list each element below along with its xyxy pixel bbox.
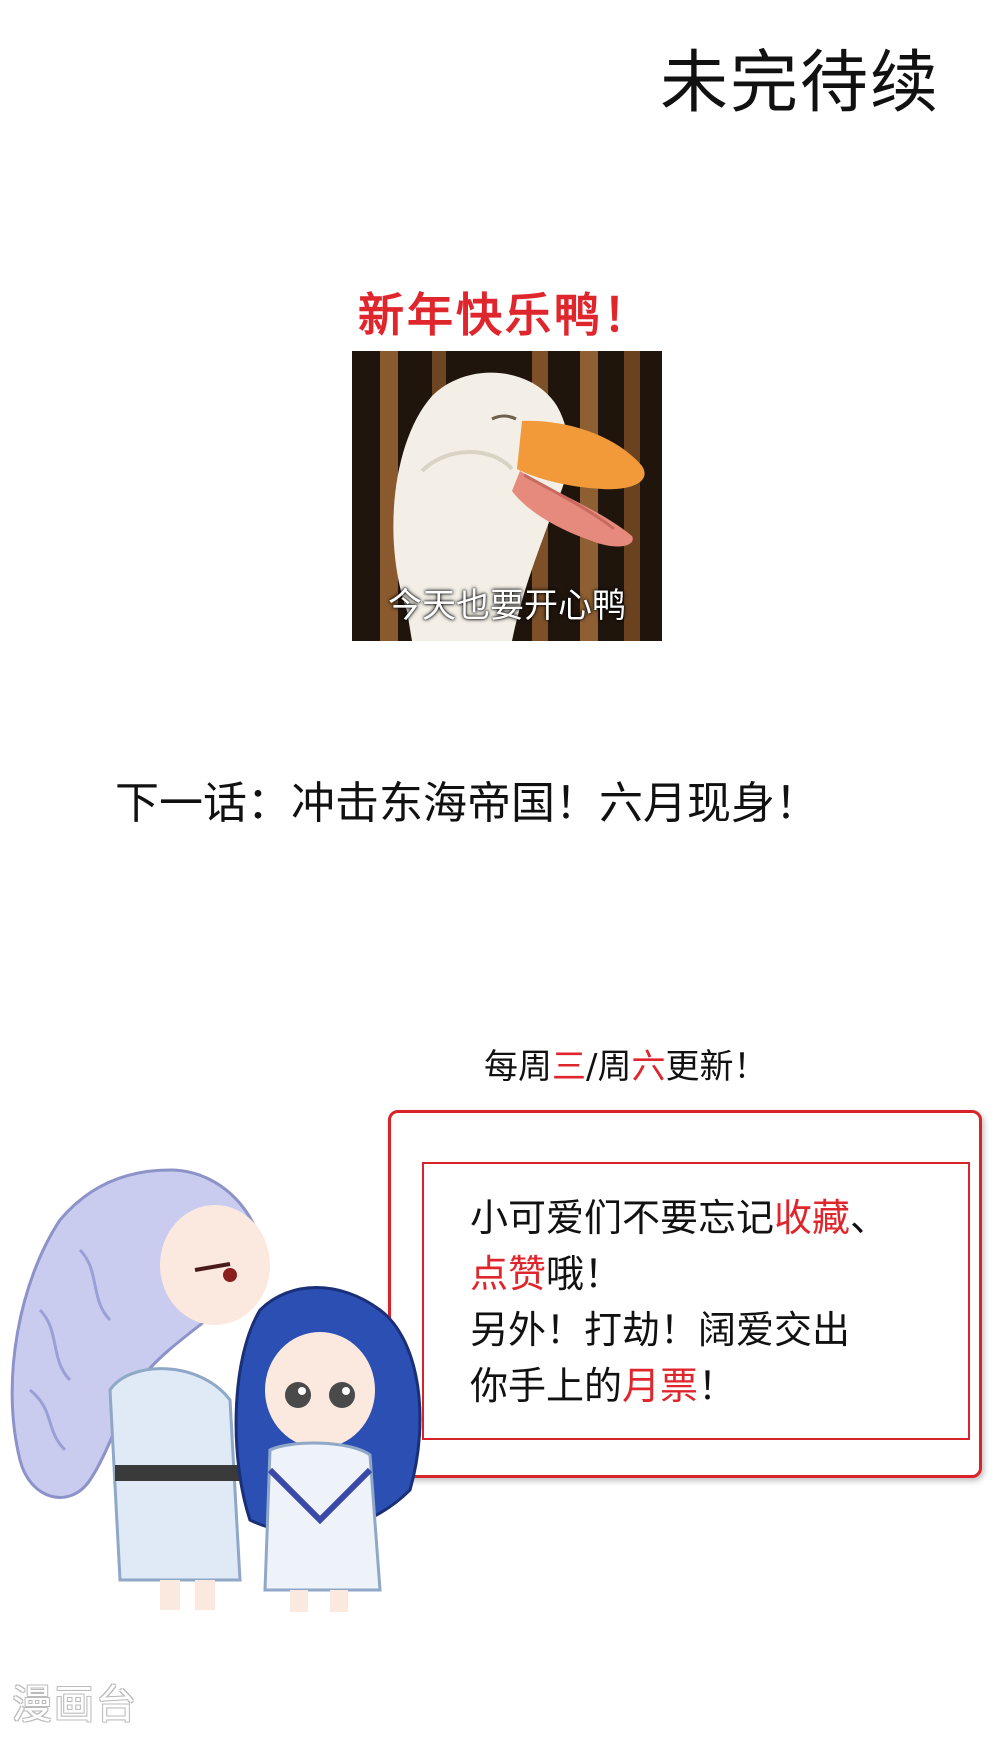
- collect-keyword: 收藏: [774, 1196, 851, 1240]
- to-be-continued-text: 未完待续: [660, 44, 941, 123]
- schedule-prefix: 每周: [484, 1047, 552, 1087]
- message-line-1: 小可爱们不要忘记收藏、: [470, 1190, 888, 1246]
- new-year-title: 新年快乐鸭！: [358, 288, 652, 342]
- duck-meme-image: 今天也要开心鸭: [352, 351, 662, 641]
- message-line-3: 另外！打劫！阔爱交出: [470, 1308, 851, 1352]
- site-watermark: 漫画台: [12, 1682, 138, 1728]
- schedule-day-wednesday: 三: [552, 1047, 586, 1087]
- like-keyword: 点赞: [470, 1252, 547, 1296]
- chibi-characters-illustration: [0, 1160, 460, 1620]
- message-text: ！: [698, 1364, 737, 1408]
- update-schedule: 每周三/周六更新！: [484, 1050, 767, 1084]
- message-line-2: 点赞哦！: [470, 1246, 888, 1302]
- message-text: 小可爱们不要忘记: [470, 1196, 775, 1240]
- message-text: 、: [850, 1196, 889, 1240]
- message-text: 你手上的: [470, 1364, 623, 1408]
- schedule-day-saturday: 六: [631, 1047, 666, 1087]
- message-text: 哦！: [546, 1252, 623, 1296]
- schedule-suffix: 更新！: [665, 1047, 768, 1087]
- chibi-characters-art: [10, 1168, 422, 1612]
- schedule-separator: /周: [586, 1047, 632, 1087]
- meme-caption: 今天也要开心鸭: [388, 586, 626, 626]
- reader-message: 小可爱们不要忘记收藏、 点赞哦！ 另外！打劫！阔爱交出 你手上的月票！: [470, 1190, 888, 1414]
- monthly-ticket-keyword: 月票: [622, 1364, 699, 1408]
- next-episode-title: 下一话：冲击东海帝国！六月现身！: [115, 778, 819, 829]
- message-line-4: 你手上的月票！: [470, 1358, 888, 1414]
